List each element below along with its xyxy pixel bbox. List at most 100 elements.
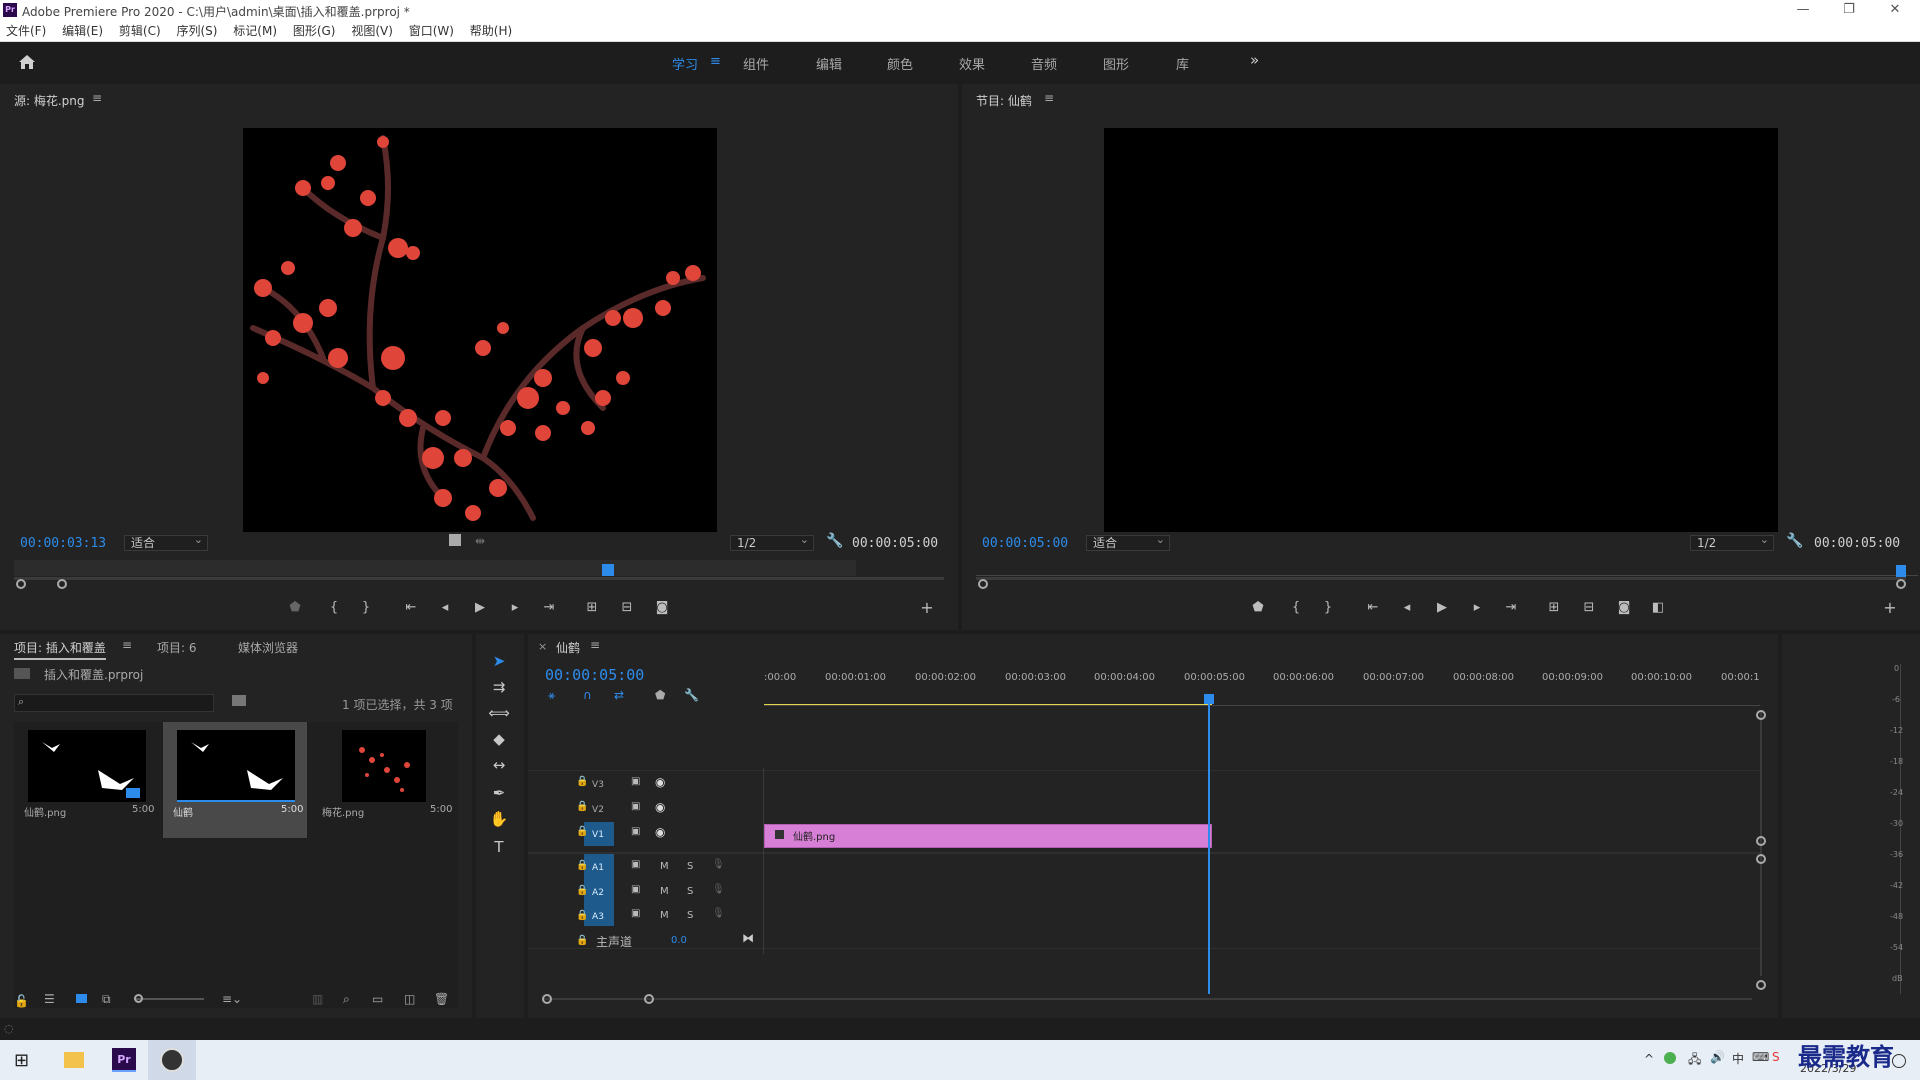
timeline-settings-wrench-icon[interactable]: 🔧 — [684, 688, 699, 702]
a3-voiceover-mic-icon[interactable]: 🎙 — [712, 908, 725, 919]
maximize-button[interactable]: ❐ — [1826, 1, 1872, 19]
linked-selection-icon[interactable]: ⇄ — [614, 688, 624, 702]
menu-sequence[interactable]: 序列(S) — [170, 20, 223, 42]
source-video-frame[interactable] — [243, 128, 717, 532]
a2-mute-button[interactable]: M — [660, 886, 669, 897]
track-a2-label[interactable]: A2 — [586, 884, 610, 902]
source-playhead[interactable] — [602, 564, 614, 576]
add-marker-icon[interactable]: ⬟ — [286, 600, 304, 615]
workspace-tab-learn[interactable]: 学习 — [672, 54, 698, 73]
vscroll-handle-mid[interactable] — [1756, 836, 1766, 846]
go-to-in-icon[interactable]: ⇤ — [402, 600, 420, 615]
a1-voiceover-mic-icon[interactable]: 🎙 — [712, 859, 725, 870]
program-zoom-bar[interactable] — [976, 577, 1906, 580]
program-go-to-out-icon[interactable]: ⇥ — [1502, 600, 1520, 615]
source-settings-wrench-icon[interactable]: 🔧 — [826, 533, 843, 549]
program-playhead-timecode[interactable]: 00:00:05:00 — [982, 536, 1068, 551]
menu-markers[interactable]: 标记(M) — [227, 20, 283, 42]
close-sequence-icon[interactable]: × — [538, 640, 547, 653]
home-icon[interactable] — [18, 54, 36, 70]
timeline-add-marker-icon[interactable]: ⬟ — [655, 688, 665, 702]
master-lock-icon[interactable]: 🔒 — [576, 935, 588, 946]
new-item-icon[interactable]: ◫ — [404, 992, 415, 1006]
program-fit-dropdown[interactable]: 适合 — [1086, 533, 1170, 551]
timeline-clip-crane[interactable]: 仙鹤.png — [764, 824, 1212, 848]
freeform-view-icon[interactable]: ⧉ — [102, 992, 111, 1007]
play-icon[interactable]: ▶ — [471, 600, 489, 615]
program-video-frame[interactable] — [1104, 128, 1778, 532]
timeline-playhead-line[interactable] — [1208, 704, 1210, 994]
extract-icon[interactable]: ⊟ — [1580, 600, 1598, 615]
workspace-tab-audio[interactable]: 音频 — [1031, 54, 1057, 73]
source-monitor-title[interactable]: 源: 梅花.png — [14, 92, 85, 109]
workspace-tab-libraries[interactable]: 库 — [1176, 54, 1189, 73]
sort-icons-icon[interactable]: ≡⌄ — [222, 992, 242, 1006]
premiere-taskbar-icon[interactable]: Pr — [112, 1048, 136, 1072]
source-fit-dropdown[interactable]: 适合 — [124, 533, 208, 551]
a2-solo-button[interactable]: S — [687, 886, 693, 897]
mark-out-icon[interactable]: } — [357, 600, 375, 615]
drag-audio-icon[interactable]: ⇹ — [475, 534, 485, 548]
step-back-icon[interactable]: ◂ — [436, 600, 454, 615]
track-v3-label[interactable]: V3 — [586, 776, 610, 794]
hscroll-handle-left[interactable] — [542, 994, 552, 1004]
track-a3-label[interactable]: A3 — [586, 908, 610, 926]
program-zoom-handle-right[interactable] — [1896, 579, 1906, 589]
drag-video-icon[interactable] — [449, 534, 461, 546]
new-search-bin-icon[interactable] — [232, 695, 246, 706]
a2-voiceover-mic-icon[interactable]: 🎙 — [712, 884, 725, 895]
network-icon[interactable]: 🖧 — [1688, 1050, 1701, 1071]
a3-solo-button[interactable]: S — [687, 910, 693, 921]
trash-icon[interactable]: 🗑 — [434, 992, 449, 1006]
razor-tool-icon[interactable]: ◆ — [487, 730, 511, 748]
tab-project-6[interactable]: 项目: 6 — [157, 639, 197, 656]
menu-help[interactable]: 帮助(H) — [464, 20, 518, 42]
track-select-tool-icon[interactable]: ⇉ — [487, 678, 511, 696]
a1-solo-button[interactable]: S — [687, 861, 693, 872]
program-mark-out-icon[interactable]: } — [1319, 600, 1337, 615]
tray-chevron-icon[interactable]: ^ — [1644, 1052, 1654, 1066]
workspace-tab-effects[interactable]: 效果 — [959, 54, 985, 73]
source-time-ruler[interactable] — [14, 560, 856, 576]
mark-in-icon[interactable]: { — [325, 600, 343, 615]
hscroll-handle-right[interactable] — [644, 994, 654, 1004]
lift-icon[interactable]: ⊞ — [1545, 600, 1563, 615]
menu-graphics[interactable]: 图形(G) — [287, 20, 342, 42]
program-playhead[interactable] — [1896, 565, 1906, 577]
workspace-menu-icon[interactable]: ≡ — [710, 54, 721, 69]
source-zoom-handle-left[interactable] — [16, 579, 26, 589]
menu-clip[interactable]: 剪辑(C) — [113, 20, 167, 42]
hand-tool-icon[interactable]: ✋ — [487, 810, 511, 828]
program-go-to-in-icon[interactable]: ⇤ — [1364, 600, 1382, 615]
sogou-ime-icon[interactable]: S — [1772, 1050, 1780, 1064]
comparison-view-icon[interactable]: ◧ — [1649, 600, 1667, 615]
lock-icon[interactable]: 🔓 — [14, 994, 29, 1008]
source-resolution-dropdown[interactable]: 1/2 — [730, 533, 814, 551]
a2-sync-icon[interactable]: ▣ — [631, 884, 640, 895]
vscroll-handle-top[interactable] — [1756, 710, 1766, 720]
menu-file[interactable]: 文件(F) — [0, 20, 52, 42]
project-panel-menu-icon[interactable]: ≡ — [122, 638, 132, 652]
timeline-playhead-timecode[interactable]: 00:00:05:00 — [545, 666, 644, 684]
vscroll-handle-lower[interactable] — [1756, 854, 1766, 864]
program-time-ruler[interactable] — [976, 560, 1918, 576]
notifications-icon[interactable] — [1892, 1054, 1906, 1068]
tray-app-icon[interactable] — [1664, 1052, 1676, 1064]
step-forward-icon[interactable]: ▸ — [506, 600, 524, 615]
snap-magnet-icon[interactable]: ∩ — [583, 688, 592, 702]
program-step-back-icon[interactable]: ◂ — [1398, 600, 1416, 615]
go-to-out-icon[interactable]: ⇥ — [540, 600, 558, 615]
project-item-crane-png[interactable]: 仙鹤.png 5:00 — [14, 722, 158, 838]
nest-toggle-icon[interactable]: ⚹ — [548, 688, 555, 703]
v1-sync-icon[interactable]: ▣ — [631, 826, 640, 837]
menu-window[interactable]: 窗口(W) — [403, 20, 460, 42]
type-tool-icon[interactable]: T — [487, 838, 511, 856]
workspace-tab-graphics[interactable]: 图形 — [1103, 54, 1129, 73]
program-step-forward-icon[interactable]: ▸ — [1468, 600, 1486, 615]
list-view-icon[interactable]: ☰ — [44, 992, 55, 1006]
tab-media-browser[interactable]: 媒体浏览器 — [238, 639, 298, 656]
timeline-menu-icon[interactable]: ≡ — [590, 638, 600, 652]
menu-view[interactable]: 视图(V) — [345, 20, 399, 42]
master-end-icon[interactable]: ⧓ — [742, 931, 754, 945]
master-volume-value[interactable]: 0.0 — [671, 935, 687, 946]
